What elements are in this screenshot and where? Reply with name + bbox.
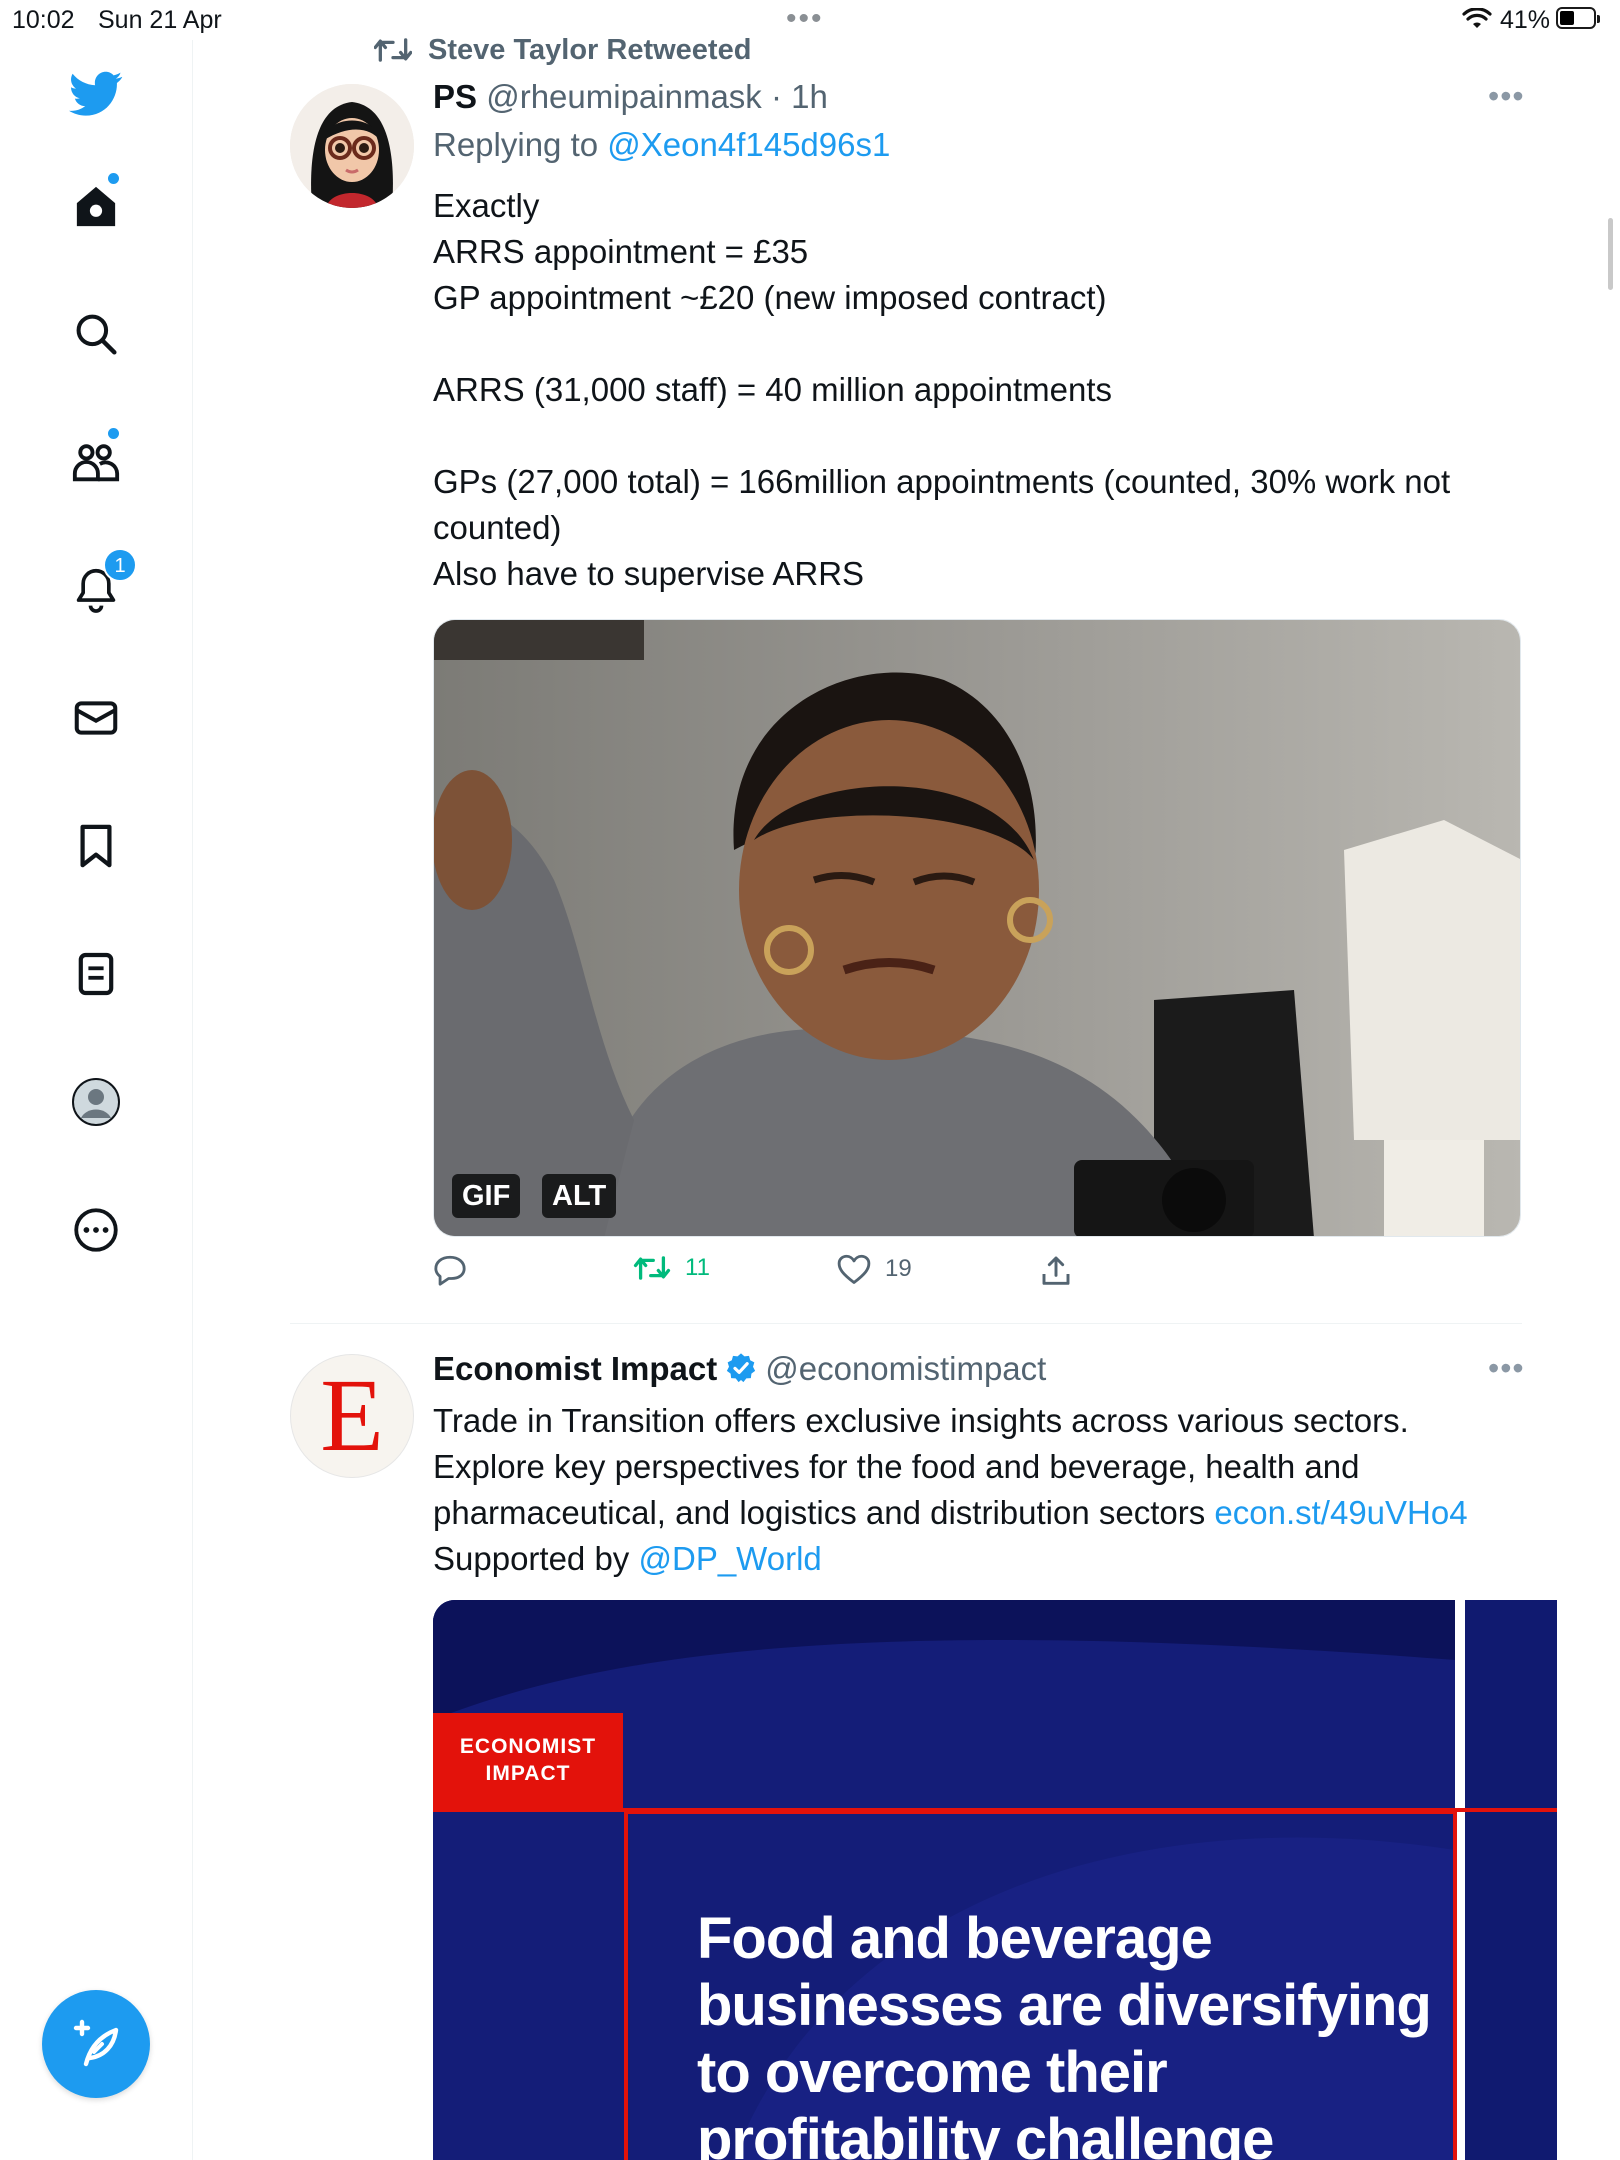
retweet-icon xyxy=(633,1256,671,1280)
compose-tweet-button[interactable] xyxy=(42,1990,150,2098)
multitasking-dots-icon[interactable]: ••• xyxy=(786,2,824,36)
compose-feather-plus-icon xyxy=(73,2019,119,2067)
alt-badge[interactable]: ALT xyxy=(542,1174,617,1218)
author-name[interactable]: Economist Impact xyxy=(433,1350,717,1387)
communities-icon[interactable] xyxy=(60,426,132,498)
tweet-text: Trade in Transition offers exclusive ins… xyxy=(433,1398,1473,1582)
share-icon xyxy=(1042,1256,1070,1285)
battery-icon xyxy=(1556,7,1600,29)
replying-to: Replying to @Xeon4f145d96s1 xyxy=(433,126,890,164)
status-time: 10:02 xyxy=(12,6,75,34)
tweet-text: Exactly ARRS appointment = £35 GP appoin… xyxy=(433,187,1451,592)
retweet-context: Steve Taylor Retweeted xyxy=(374,28,751,72)
retweeted-by-text[interactable]: Steve Taylor Retweeted xyxy=(428,34,751,67)
economist-impact-brand: ECONOMIST IMPACT xyxy=(459,1735,597,1785)
reply-mention-link[interactable]: @Xeon4f145d96s1 xyxy=(607,126,890,163)
bookmark-icon[interactable] xyxy=(60,810,132,882)
tweet-header: PS @rheumipainmask · 1h xyxy=(433,78,828,116)
heart-icon xyxy=(837,1254,871,1284)
twitter-bird-icon[interactable] xyxy=(60,58,132,130)
communities-new-dot xyxy=(108,428,119,439)
profile-avatar-icon[interactable] xyxy=(60,1066,132,1138)
battery-percentage: 41% xyxy=(1500,6,1551,34)
search-icon[interactable] xyxy=(60,298,132,370)
more-options-icon[interactable]: ••• xyxy=(1488,78,1525,115)
like-count: 19 xyxy=(885,1255,912,1282)
lists-icon[interactable] xyxy=(60,938,132,1010)
retweet-icon xyxy=(374,38,412,62)
author-name[interactable]: PS xyxy=(433,78,477,115)
gif-image xyxy=(434,620,1520,1236)
gif-badge[interactable]: GIF xyxy=(452,1174,521,1218)
reply-button[interactable] xyxy=(433,1254,467,1286)
tweet-header: Economist Impact @economistimpact xyxy=(433,1350,1046,1388)
tweet-url-link[interactable]: econ.st/49uVHo4 xyxy=(1214,1494,1467,1531)
reply-icon xyxy=(434,1255,466,1286)
replying-to-label: Replying to xyxy=(433,126,599,163)
notifications-bell-icon[interactable]: 1 xyxy=(60,548,137,626)
dp-world-mention-link[interactable]: @DP_World xyxy=(638,1540,821,1577)
retweet-count: 11 xyxy=(685,1254,710,1281)
status-bar: 10:02 Sun 21 Apr ••• 41% xyxy=(0,0,1620,40)
mail-icon[interactable] xyxy=(60,682,132,754)
tweet-gif-media[interactable]: GIF ALT xyxy=(433,619,1521,1237)
author-handle[interactable]: @economistimpact xyxy=(765,1350,1046,1387)
home-icon[interactable] xyxy=(60,170,132,242)
scrollbar[interactable] xyxy=(1608,218,1613,290)
promoted-media-card[interactable]: ECONOMIST IMPACT Food and beverage busin… xyxy=(433,1600,1557,2160)
more-circle-icon[interactable] xyxy=(60,1194,132,1266)
card-headline: Food and beverage businesses are diversi… xyxy=(697,1906,1432,2160)
author-handle[interactable]: @rheumipainmask xyxy=(486,78,762,115)
wifi-icon xyxy=(1462,7,1492,37)
like-button[interactable]: 19 xyxy=(837,1254,912,1284)
economist-avatar[interactable]: E xyxy=(290,1354,414,1478)
tweet-divider xyxy=(290,1323,1522,1324)
sidebar-nav: 1 xyxy=(0,40,193,2160)
notifications-badge: 1 xyxy=(103,548,137,582)
retweet-button[interactable]: 11 xyxy=(633,1254,710,1282)
economist-logo-letter: E xyxy=(320,1358,384,1473)
tweet-time[interactable]: · 1h xyxy=(771,78,828,115)
home-new-dot xyxy=(108,173,119,184)
status-date: Sun 21 Apr xyxy=(98,6,222,34)
avatar[interactable] xyxy=(290,84,414,208)
tweet-actions: 11 19 xyxy=(433,1254,1133,1298)
more-options-icon[interactable]: ••• xyxy=(1488,1350,1525,1387)
verified-badge-icon xyxy=(727,1353,756,1383)
share-button[interactable] xyxy=(1041,1254,1071,1286)
